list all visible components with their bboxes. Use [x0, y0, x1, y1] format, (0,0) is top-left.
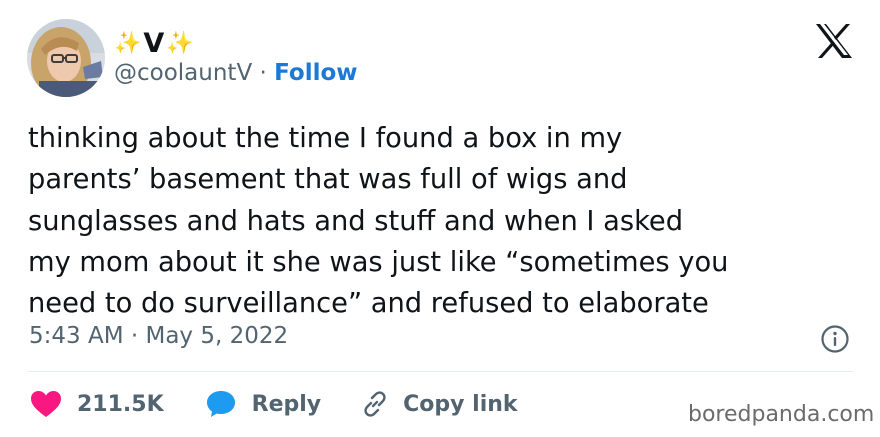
tweet-text-line: thinking about the time I found a box in…: [28, 123, 623, 154]
reply-button[interactable]: Reply: [206, 390, 322, 418]
divider: [28, 371, 853, 372]
reply-label: Reply: [251, 391, 322, 417]
tweet-text: thinking about the time I found a box in…: [28, 118, 868, 324]
tweet-date: May 5, 2022: [145, 323, 289, 349]
tweet-time: 5:43 AM: [29, 323, 124, 349]
sparkle-emoji: ✨: [114, 30, 142, 56]
handle-row: @coolauntV · Follow: [114, 60, 358, 86]
like-button[interactable]: 211.5K: [31, 390, 164, 418]
tweet-timestamp[interactable]: 5:43 AM · May 5, 2022: [29, 323, 288, 349]
copy-link-label: Copy link: [403, 391, 518, 417]
handle-separator: ·: [252, 60, 275, 86]
follow-button[interactable]: Follow: [274, 60, 357, 86]
timestamp-separator: ·: [123, 323, 146, 349]
tweet-text-line: need to do surveillance” and refused to …: [28, 288, 709, 320]
link-icon: [364, 391, 386, 417]
sparkle-emoji: ✨: [166, 30, 194, 56]
tweet-text-line: parents’ basement that was full of wigs …: [28, 164, 628, 196]
speech-bubble-icon: [206, 391, 235, 417]
handle[interactable]: @coolauntV: [114, 60, 252, 86]
watermark: boredpanda.com: [688, 402, 875, 427]
heart-icon: [31, 390, 61, 417]
copy-link-button[interactable]: Copy link: [361, 390, 518, 418]
tweet-text-line: sunglasses and hats and stuff and when I…: [28, 205, 684, 237]
action-bar: 211.5K Reply Copy link: [31, 387, 518, 421]
x-logo-icon[interactable]: [815, 24, 853, 58]
tweet-text-line: my mom about it she was just like “somet…: [28, 246, 729, 278]
avatar-image: [27, 19, 105, 97]
avatar[interactable]: [27, 19, 105, 97]
display-name[interactable]: ✨ V ✨: [114, 26, 194, 60]
display-name-text: V: [143, 27, 165, 59]
like-count: 211.5K: [77, 391, 164, 417]
info-icon[interactable]: [820, 324, 850, 354]
